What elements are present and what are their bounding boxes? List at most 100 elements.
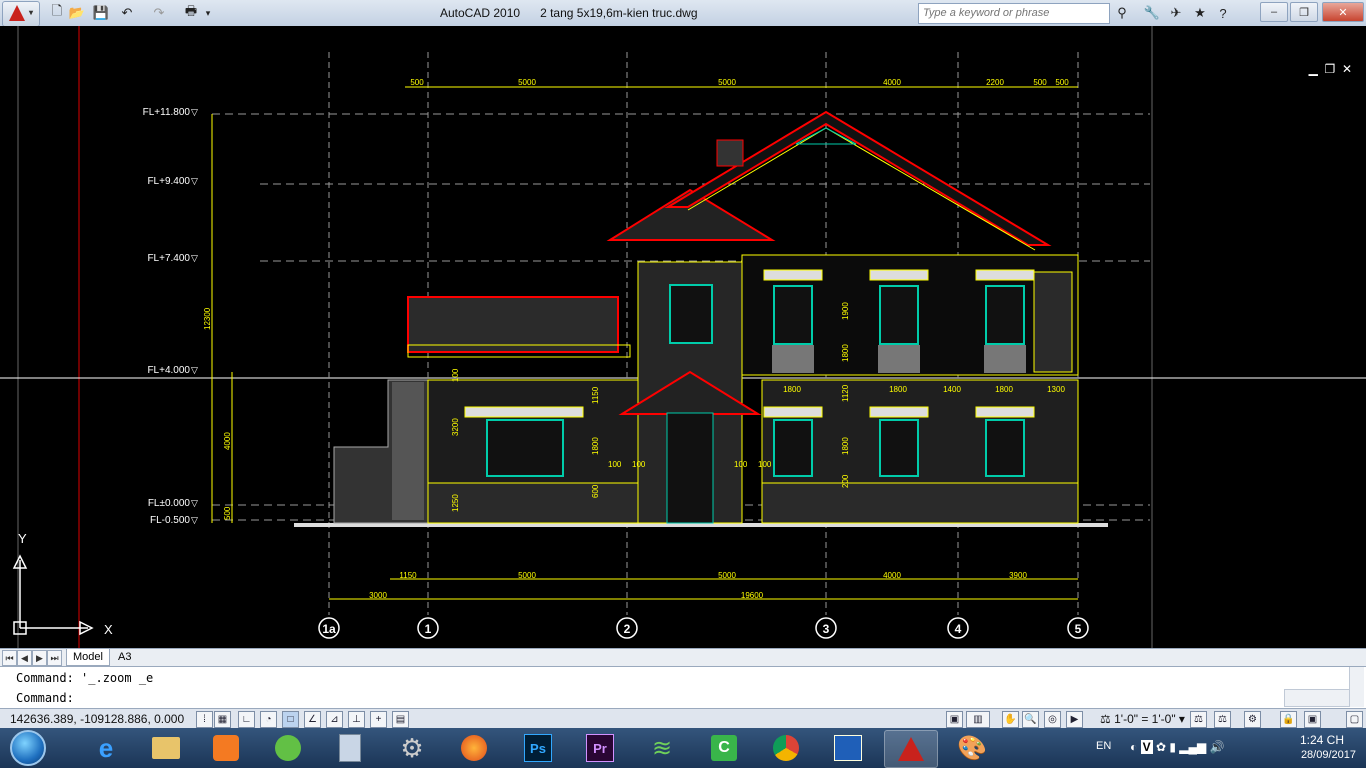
communication-center-icon[interactable]: 🔧	[1142, 3, 1162, 23]
3d-osnap-icon[interactable]: ∠	[304, 711, 321, 728]
svg-text:▽: ▽	[191, 253, 198, 263]
workspace-switching-icon[interactable]: ⚙	[1244, 711, 1261, 728]
wifi-icon[interactable]: ≋	[636, 730, 688, 766]
showmotion-icon[interactable]: ▶	[1066, 711, 1083, 728]
open-file-icon[interactable]: 📂	[68, 3, 86, 23]
save-icon[interactable]: 💾	[92, 3, 110, 23]
camtasia-icon[interactable]: C	[698, 730, 750, 766]
media-player-icon[interactable]	[200, 730, 252, 766]
object-snap-tracking-icon[interactable]: ⊿	[326, 711, 343, 728]
lock-icon[interactable]: 🔒	[1280, 711, 1297, 728]
premiere-icon[interactable]: Pr	[574, 730, 626, 766]
pan-icon[interactable]: ✋	[1002, 711, 1019, 728]
level-label: FL±0.000	[148, 498, 191, 509]
plot-icon[interactable]: 🖶	[180, 3, 202, 23]
annotation-visibility-icon[interactable]: ⚖	[1190, 711, 1207, 728]
redo-icon[interactable]: ↷	[148, 3, 170, 23]
dim-label: 19600	[741, 591, 764, 600]
viewport-close-icon[interactable]: ✕	[1342, 62, 1352, 76]
object-snap-icon[interactable]: □	[282, 711, 299, 728]
svg-text:X: X	[104, 622, 113, 637]
viewport-controls: ▁ ❐ ✕	[1309, 62, 1352, 76]
ortho-mode-icon[interactable]: ∟	[238, 711, 255, 728]
annotation-scale[interactable]: ⚖ 1'-0" = 1'-0" ▾	[1100, 712, 1185, 726]
prev-tab-icon[interactable]: ◀	[17, 650, 32, 666]
grid-display-icon[interactable]: ▦	[214, 711, 231, 728]
auto-scale-icon[interactable]: ⚖	[1214, 711, 1231, 728]
start-button[interactable]	[2, 729, 54, 767]
coordinate-readout: 142636.389, -109128.886, 0.000	[10, 712, 185, 726]
language-indicator[interactable]: EN	[1096, 740, 1111, 752]
zoom-icon[interactable]: 🔍	[1022, 711, 1039, 728]
model-space-icon[interactable]: ▣	[946, 711, 963, 728]
clock-date[interactable]: 28/09/2017	[1301, 749, 1356, 761]
autocad-taskbar-icon[interactable]	[884, 730, 938, 768]
dim-label: 3000	[369, 591, 387, 600]
viewport-minimize-icon[interactable]: ▁	[1309, 62, 1318, 76]
axis-label: 1	[425, 622, 432, 636]
tray-icons[interactable]: ◐ V ✿ ▮ ▂▄▆ 🔊	[1130, 740, 1225, 754]
application-menu-button[interactable]: ▾	[2, 1, 40, 27]
dim-label: 500	[410, 78, 424, 87]
coccoc-icon[interactable]	[262, 730, 314, 766]
clean-screen-icon[interactable]: ▢	[1346, 711, 1363, 728]
command-input-line[interactable]: Command:	[16, 691, 74, 705]
dim-label: 5000	[518, 571, 536, 580]
dim-label: 500	[1033, 78, 1047, 87]
viewport-restore-icon[interactable]: ❐	[1325, 62, 1336, 76]
command-scrollbar[interactable]	[1349, 667, 1364, 707]
undo-icon[interactable]: ↶	[116, 3, 138, 23]
calculator-icon[interactable]	[324, 730, 376, 766]
steering-wheel-icon[interactable]: ◎	[1044, 711, 1061, 728]
window-title: AutoCAD 2010 2 tang 5x19,6m-kien truc.dw…	[440, 6, 698, 20]
tab-a3[interactable]: A3	[112, 649, 137, 665]
settings-gear-icon[interactable]: ⚙	[386, 730, 438, 766]
polar-tracking-icon[interactable]: ◔	[260, 711, 277, 728]
dim-label: 1900	[841, 302, 850, 320]
dim-label: 1300	[1047, 385, 1065, 394]
firefox-icon[interactable]	[448, 730, 500, 766]
internet-explorer-icon[interactable]: e	[80, 730, 132, 766]
restore-button[interactable]: ❐	[1290, 2, 1318, 22]
dynamic-input-icon[interactable]: +	[370, 711, 387, 728]
drawing-canvas[interactable]: FL+11.800 FL+9.400 FL+7.400 FL+4.000 FL±…	[0, 26, 1366, 648]
search-input[interactable]	[919, 4, 1107, 21]
dim-label: 12300	[203, 307, 212, 330]
paint-icon[interactable]: 🎨	[946, 730, 998, 766]
dynamic-ucs-icon[interactable]: ⊥	[348, 711, 365, 728]
help-icon[interactable]: ?	[1212, 3, 1234, 23]
dim-label: 4000	[223, 432, 232, 450]
new-file-icon[interactable]: 🗋	[48, 3, 66, 23]
svg-text:▽: ▽	[191, 515, 198, 525]
minimize-button[interactable]: –	[1260, 2, 1288, 22]
subscription-icon[interactable]: ✈	[1166, 3, 1186, 23]
next-tab-icon[interactable]: ▶	[32, 650, 47, 666]
chrome-icon[interactable]	[760, 730, 812, 766]
binoculars-icon[interactable]: ⚲	[1112, 3, 1132, 23]
last-tab-icon[interactable]: ⏭	[47, 650, 62, 666]
favorites-icon[interactable]: ★	[1190, 3, 1210, 23]
command-window[interactable]: Command: '_.zoom _e Command:	[0, 666, 1366, 709]
dim-label: 1150	[399, 571, 417, 580]
top-dimensions: 500 5000 5000 4000 2200 500 500	[410, 78, 1069, 87]
svg-text:Y: Y	[18, 531, 27, 546]
first-tab-icon[interactable]: ⏮	[2, 650, 17, 666]
dim-label: 5000	[518, 78, 536, 87]
clock-time[interactable]: 1:24 CH	[1300, 733, 1344, 747]
layout-quickview-icon[interactable]: ▥	[966, 711, 990, 728]
level-label: FL-0.500	[150, 515, 190, 526]
quick-access-dropdown-icon[interactable]: ▾	[202, 3, 214, 23]
dim-label: 1800	[889, 385, 907, 394]
file-explorer-icon[interactable]	[140, 730, 192, 766]
tab-model[interactable]: Model	[66, 649, 110, 666]
lineweight-icon[interactable]: ▤	[392, 711, 409, 728]
svg-text:▽: ▽	[191, 107, 198, 117]
close-button[interactable]: ✕	[1322, 2, 1364, 22]
hardware-acceleration-icon[interactable]: ▣	[1304, 711, 1321, 728]
vietkey-icon[interactable]	[822, 730, 874, 766]
snap-mode-icon[interactable]: ⁞	[196, 711, 213, 728]
bottom-dimensions: 1150 5000 5000 4000 3900 3000 19600	[369, 571, 1027, 600]
photoshop-icon[interactable]: Ps	[512, 730, 564, 766]
command-scrollbar-thumb[interactable]	[1284, 689, 1350, 707]
search-box[interactable]	[918, 3, 1110, 24]
